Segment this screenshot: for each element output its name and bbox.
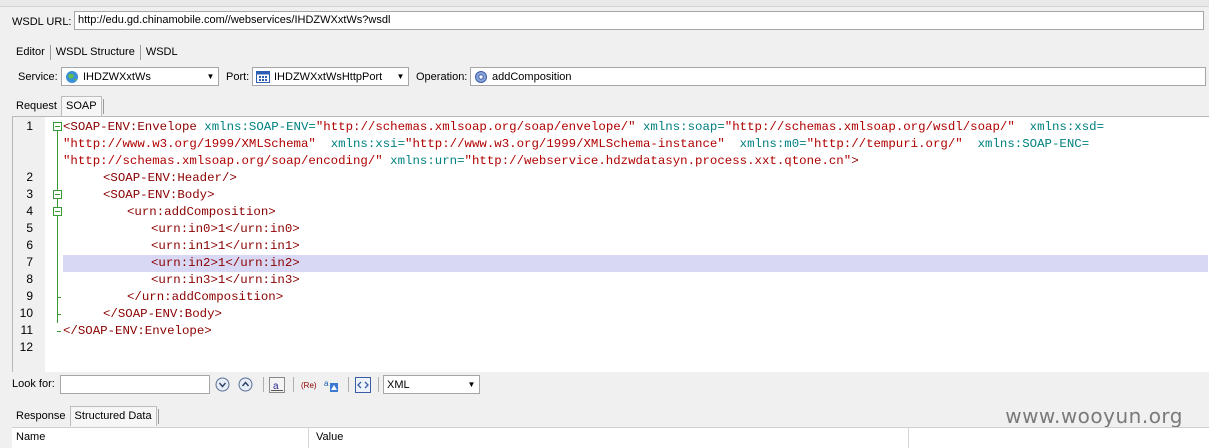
tab-structured-data[interactable]: Structured Data bbox=[69, 406, 157, 426]
tab-separator bbox=[49, 45, 51, 60]
svg-text:a: a bbox=[324, 379, 329, 388]
port-label: Port: bbox=[226, 71, 250, 83]
chevron-down-icon[interactable]: ▼ bbox=[205, 71, 216, 82]
highlight-all-icon[interactable]: a bbox=[322, 376, 339, 393]
fold-guide bbox=[57, 131, 58, 323]
line-number: 4 bbox=[26, 204, 33, 218]
gear-icon bbox=[474, 70, 488, 84]
toolbar-separator bbox=[345, 376, 351, 393]
globe-icon bbox=[65, 70, 79, 84]
find-next-icon[interactable] bbox=[214, 376, 231, 393]
code-line-7: <urn:in2>1</urn:in2> bbox=[151, 256, 300, 270]
syntax-format-value: XML bbox=[387, 378, 410, 391]
fold-toggle-icon[interactable] bbox=[53, 122, 62, 131]
code-line-5: <urn:in0>1</urn:in0> bbox=[151, 222, 300, 236]
port-grid-icon bbox=[256, 70, 270, 84]
line-number: 12 bbox=[19, 340, 33, 354]
view-tabs: Editor WSDL Structure WSDL bbox=[12, 43, 182, 62]
service-label: Service: bbox=[18, 71, 58, 83]
operation-value: addComposition bbox=[492, 70, 572, 83]
column-divider[interactable] bbox=[908, 428, 909, 448]
line-number: 11 bbox=[20, 323, 33, 337]
regex-icon[interactable]: (Re) bbox=[299, 376, 316, 393]
toolbar-separator bbox=[290, 376, 296, 393]
code-line-1-wrap: "http://www.w3.org/1999/XMLSchema" xmlns… bbox=[63, 137, 1090, 151]
fold-end-mark bbox=[57, 297, 61, 298]
line-number: 10 bbox=[19, 306, 33, 320]
toolbar-separator bbox=[375, 376, 381, 393]
fold-toggle-icon[interactable] bbox=[53, 190, 62, 199]
chevron-down-icon[interactable]: ▼ bbox=[466, 379, 477, 390]
tab-response[interactable]: Response bbox=[12, 407, 70, 426]
code-line-6: <urn:in1>1</urn:in1> bbox=[151, 239, 300, 253]
line-number: 7 bbox=[26, 255, 33, 269]
operation-field[interactable]: addComposition bbox=[470, 67, 1206, 86]
response-tabs: Response Structured Data bbox=[12, 406, 160, 426]
code-line-9: </urn:addComposition> bbox=[127, 290, 284, 304]
line-number: 9 bbox=[26, 289, 33, 303]
code-line-1-wrap: "http://schemas.xmlsoap.org/soap/encodin… bbox=[63, 154, 859, 168]
line-number: 3 bbox=[26, 187, 33, 201]
port-value: IHDZWXxtWsHttpPort bbox=[274, 70, 383, 83]
service-select[interactable]: IHDZWXxtWs ▼ bbox=[61, 67, 219, 86]
code-line-2: <SOAP-ENV:Header/> bbox=[103, 171, 237, 185]
tab-wsdl-structure[interactable]: WSDL Structure bbox=[52, 43, 139, 62]
port-select[interactable]: IHDZWXxtWsHttpPort ▼ bbox=[252, 67, 409, 86]
request-tabs: Request SOAP bbox=[12, 96, 105, 116]
column-header-name[interactable]: Name bbox=[16, 431, 45, 443]
line-number: 5 bbox=[26, 221, 33, 235]
code-line-11: </SOAP-ENV:Envelope> bbox=[63, 324, 212, 338]
fold-end-mark bbox=[57, 314, 61, 315]
structured-data-table-header: Name Value bbox=[12, 427, 1209, 448]
tab-separator bbox=[157, 408, 159, 424]
find-previous-icon[interactable] bbox=[237, 376, 254, 393]
soap-editor[interactable]: 1 2 3 4 5 6 7 8 9 10 11 12 <SOAP-ENV:Env… bbox=[12, 116, 1209, 372]
look-for-label: Look for: bbox=[12, 378, 55, 390]
line-number: 1 bbox=[26, 119, 33, 133]
line-number-gutter: 1 2 3 4 5 6 7 8 9 10 11 12 bbox=[13, 117, 45, 372]
code-line-8: <urn:in3>1</urn:in3> bbox=[151, 273, 300, 287]
format-code-icon[interactable] bbox=[354, 376, 371, 393]
operation-label: Operation: bbox=[416, 71, 468, 83]
code-line-10: </SOAP-ENV:Body> bbox=[103, 307, 222, 321]
top-toolbar-strip bbox=[0, 0, 1209, 7]
code-line-4: <urn:addComposition> bbox=[127, 205, 276, 219]
service-value: IHDZWXxtWs bbox=[83, 70, 151, 83]
code-line-1: <SOAP-ENV:Envelope xmlns:SOAP-ENV="http:… bbox=[63, 120, 1105, 134]
fold-toggle-icon[interactable] bbox=[53, 207, 62, 216]
chevron-down-icon[interactable]: ▼ bbox=[395, 71, 406, 82]
fold-end-mark bbox=[57, 331, 61, 332]
code-line-3: <SOAP-ENV:Body> bbox=[103, 188, 215, 202]
match-case-icon[interactable]: a bbox=[268, 376, 285, 393]
tab-soap[interactable]: SOAP bbox=[60, 96, 102, 116]
tab-separator bbox=[102, 98, 104, 114]
watermark-text: www.wooyun.org bbox=[1005, 404, 1183, 428]
line-number: 6 bbox=[26, 238, 33, 252]
wsdl-url-label: WSDL URL: bbox=[12, 16, 72, 28]
toolbar-separator bbox=[260, 376, 266, 393]
tab-wsdl[interactable]: WSDL bbox=[142, 43, 182, 62]
tab-editor[interactable]: Editor bbox=[12, 43, 49, 62]
tab-request[interactable]: Request bbox=[12, 97, 61, 116]
syntax-format-select[interactable]: XML ▼ bbox=[383, 375, 480, 394]
svg-text:(Re): (Re) bbox=[301, 381, 316, 390]
look-for-input[interactable] bbox=[60, 375, 210, 394]
line-number: 8 bbox=[26, 272, 33, 286]
line-number: 2 bbox=[26, 170, 33, 184]
tab-separator bbox=[139, 45, 141, 60]
wsdl-url-input[interactable]: http://edu.gd.chinamobile.com//webservic… bbox=[74, 11, 1204, 30]
column-divider[interactable] bbox=[308, 428, 309, 448]
column-header-value[interactable]: Value bbox=[316, 431, 343, 443]
